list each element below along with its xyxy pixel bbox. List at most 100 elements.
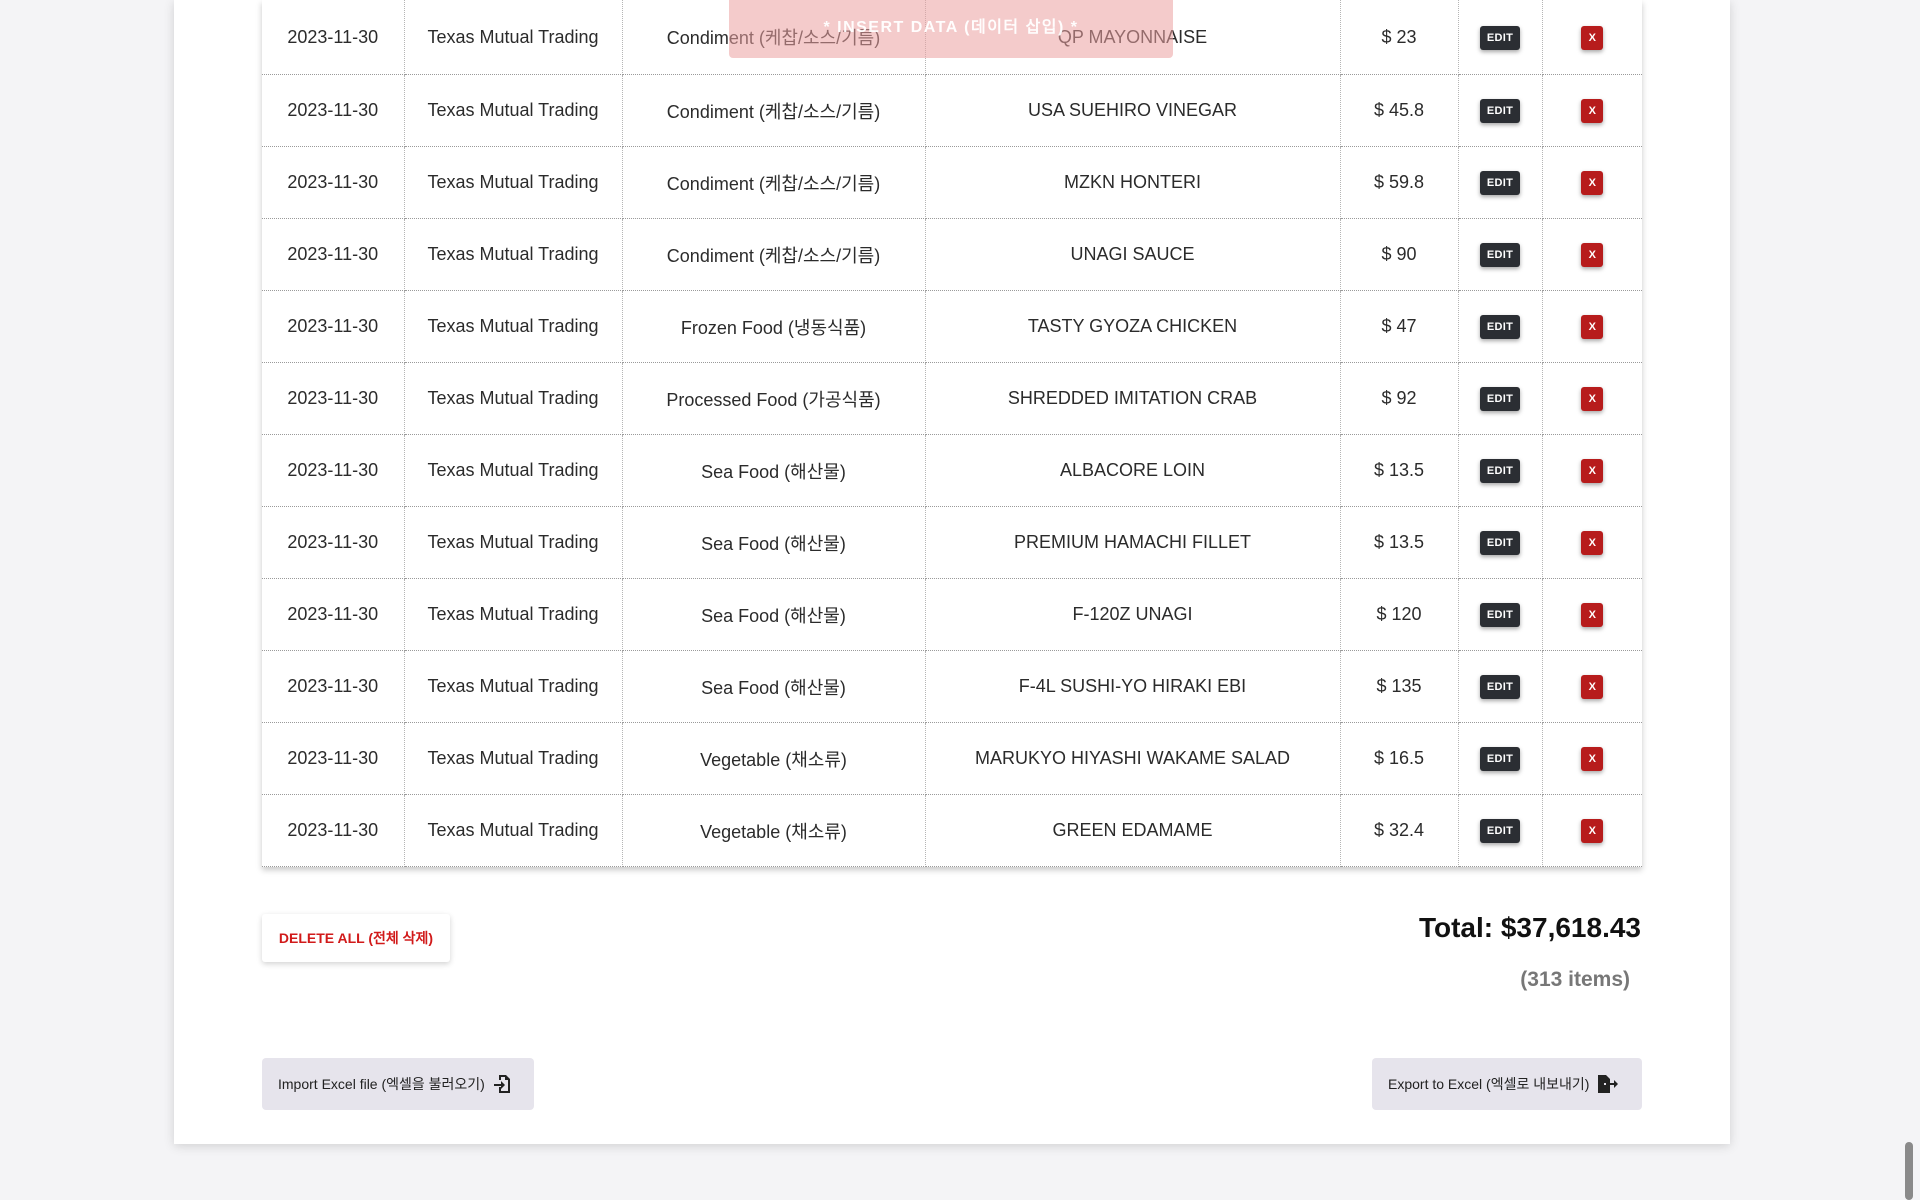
cell-date: 2023-11-30 — [262, 362, 405, 435]
cell-category: Condiment (케찹/소스/기름) — [622, 74, 926, 147]
cell-delete: X — [1542, 650, 1642, 723]
cell-price: $ 90 — [1340, 218, 1459, 291]
delete-row-button[interactable]: X — [1581, 99, 1604, 123]
cell-item: TASTY GYOZA CHICKEN — [925, 290, 1341, 363]
edit-button[interactable]: EDIT — [1479, 25, 1521, 50]
cell-date: 2023-11-30 — [262, 578, 405, 651]
cell-item: F-120Z UNAGI — [925, 578, 1341, 651]
edit-button[interactable]: EDIT — [1479, 603, 1521, 627]
cell-delete: X — [1542, 146, 1642, 219]
table-row: 2023-11-30 Texas Mutual Trading Vegetable … — [262, 794, 1642, 867]
cell-price: $ 59.8 — [1340, 146, 1459, 219]
cell-price: $ 13.5 — [1340, 434, 1459, 507]
cell-delete: X — [1542, 506, 1642, 579]
edit-button[interactable]: EDIT — [1479, 243, 1521, 267]
cell-price: $ 92 — [1340, 362, 1459, 435]
cell-vendor: Texas Mutual Trading — [404, 290, 623, 363]
cell-vendor: Texas Mutual Trading — [404, 146, 623, 219]
edit-button[interactable]: EDIT — [1479, 99, 1521, 123]
import-excel-button[interactable]: Import Excel file (엑셀을 불러오기) — [262, 1058, 534, 1110]
total-amount: Total: $37,618.43 — [1418, 912, 1641, 943]
cell-edit: EDIT — [1458, 362, 1543, 435]
delete-row-button[interactable]: X — [1581, 747, 1604, 771]
delete-row-button[interactable]: X — [1581, 675, 1604, 699]
cell-vendor: Texas Mutual Trading — [404, 578, 623, 651]
cell-item: ALBACORE LOIN — [925, 434, 1341, 507]
cell-edit: EDIT — [1458, 650, 1543, 723]
table-row: 2023-11-30 Texas Mutual Trading Sea Food (… — [262, 506, 1642, 579]
cell-edit: EDIT — [1458, 722, 1543, 795]
cell-date: 2023-11-30 — [262, 218, 405, 291]
cell-delete: X — [1542, 722, 1642, 795]
delete-row-button[interactable]: X — [1581, 531, 1604, 555]
cell-item: UNAGI SAUCE — [925, 218, 1341, 291]
edit-button[interactable]: EDIT — [1479, 747, 1521, 771]
cell-item: USA SUEHIRO VINEGAR — [925, 74, 1341, 147]
page-scrollbar[interactable] — [1905, 1142, 1913, 1200]
cell-date: 2023-11-30 — [262, 146, 405, 219]
cell-delete: X — [1542, 218, 1642, 291]
table-row: 2023-11-30 Texas Mutual Trading Sea Food (… — [262, 434, 1642, 507]
table-row: 2023-11-30 Texas Mutual Trading Condiment … — [262, 146, 1642, 219]
file-import-icon — [493, 1074, 511, 1094]
items-count: (313 items) — [1520, 968, 1630, 991]
cell-edit: EDIT — [1458, 578, 1543, 651]
cell-category: Condiment (케찹/소스/기름) — [622, 218, 926, 291]
cell-vendor: Texas Mutual Trading — [404, 74, 623, 147]
edit-button[interactable]: EDIT — [1479, 459, 1521, 483]
cell-delete: X — [1542, 794, 1642, 867]
edit-button[interactable]: EDIT — [1479, 387, 1521, 411]
cell-price: $ 47 — [1340, 290, 1459, 363]
cell-edit: EDIT — [1458, 74, 1543, 147]
delete-row-button[interactable]: X — [1581, 315, 1604, 339]
table-row: 2023-11-30 Texas Mutual Trading Condiment … — [262, 74, 1642, 147]
table-row: 2023-11-30 Texas Mutual Trading Processed … — [262, 362, 1642, 435]
cell-vendor: Texas Mutual Trading — [404, 434, 623, 507]
edit-button[interactable]: EDIT — [1479, 675, 1521, 699]
cell-vendor: Texas Mutual Trading — [404, 722, 623, 795]
cell-price: $ 16.5 — [1340, 722, 1459, 795]
delete-row-button[interactable]: X — [1581, 459, 1604, 483]
cell-delete: X — [1542, 0, 1642, 75]
delete-row-button[interactable]: X — [1581, 387, 1604, 411]
cell-category: Frozen Food (냉동식품) — [622, 290, 926, 363]
edit-button[interactable]: EDIT — [1479, 819, 1521, 843]
cell-edit: EDIT — [1458, 0, 1543, 75]
cell-edit: EDIT — [1458, 146, 1543, 219]
cell-date: 2023-11-30 — [262, 0, 405, 75]
data-table: 2023-11-30 Texas Mutual Trading Condiment … — [262, 0, 1642, 867]
cell-vendor: Texas Mutual Trading — [404, 794, 623, 867]
export-excel-label: Export to Excel (엑셀로 내보내기) — [1388, 1076, 1590, 1092]
insert-data-button[interactable]: * INSERT DATA (데이터 삽입) * — [729, 0, 1173, 58]
export-excel-button[interactable]: Export to Excel (엑셀로 내보내기) — [1372, 1058, 1642, 1110]
delete-row-button[interactable]: X — [1581, 25, 1604, 50]
cell-delete: X — [1542, 290, 1642, 363]
data-table-wrapper: 2023-11-30 Texas Mutual Trading Condiment … — [262, 0, 1642, 867]
delete-row-button[interactable]: X — [1581, 603, 1604, 627]
cell-price: $ 13.5 — [1340, 506, 1459, 579]
cell-item: PREMIUM HAMACHI FILLET — [925, 506, 1341, 579]
file-export-icon — [1597, 1074, 1619, 1094]
delete-row-button[interactable]: X — [1581, 243, 1604, 267]
cell-category: Sea Food (해산물) — [622, 434, 926, 507]
cell-date: 2023-11-30 — [262, 794, 405, 867]
cell-vendor: Texas Mutual Trading — [404, 218, 623, 291]
cell-edit: EDIT — [1458, 218, 1543, 291]
delete-row-button[interactable]: X — [1581, 819, 1604, 843]
cell-category: Vegetable (채소류) — [622, 722, 926, 795]
delete-row-button[interactable]: X — [1581, 171, 1604, 195]
table-row: 2023-11-30 Texas Mutual Trading Sea Food (… — [262, 650, 1642, 723]
cell-category: Processed Food (가공식품) — [622, 362, 926, 435]
table-row: 2023-11-30 Texas Mutual Trading Sea Food (… — [262, 578, 1642, 651]
cell-item: MARUKYO HIYASHI WAKAME SALAD — [925, 722, 1341, 795]
cell-delete: X — [1542, 74, 1642, 147]
delete-all-button[interactable]: DELETE ALL (전체 삭제) — [262, 914, 450, 962]
table-row: 2023-11-30 Texas Mutual Trading Frozen Foo… — [262, 290, 1642, 363]
cell-vendor: Texas Mutual Trading — [404, 362, 623, 435]
edit-button[interactable]: EDIT — [1479, 171, 1521, 195]
edit-button[interactable]: EDIT — [1479, 315, 1521, 339]
cell-price: $ 135 — [1340, 650, 1459, 723]
cell-date: 2023-11-30 — [262, 290, 405, 363]
cell-edit: EDIT — [1458, 506, 1543, 579]
edit-button[interactable]: EDIT — [1479, 531, 1521, 555]
